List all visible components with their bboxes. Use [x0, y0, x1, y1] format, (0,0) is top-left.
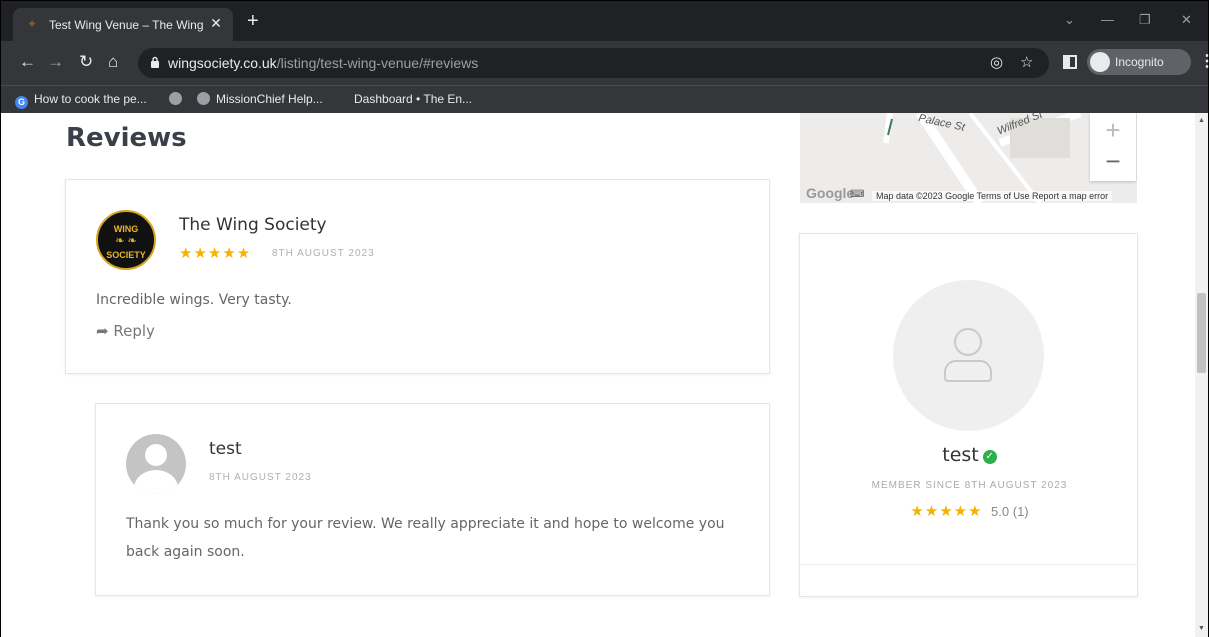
bookmark-item[interactable]: MissionChief Help...	[197, 92, 323, 106]
browser-toolbar: ← → ↻ ⌂ wingsociety.co.uk/listing/test-w…	[1, 41, 1209, 85]
page-viewport: Reviews WING ❧ ❧ SOCIETY The Wing Societ…	[1, 113, 1208, 637]
scroll-down-icon[interactable]: ▼	[1198, 625, 1205, 632]
back-icon[interactable]: ←	[19, 52, 36, 72]
address-bar[interactable]: wingsociety.co.uk/listing/test-wing-venu…	[138, 48, 1049, 78]
map[interactable]: Palace St Wilfred St + − Google ⌨ Map da…	[800, 113, 1137, 203]
reply-button[interactable]: ➦ Reply	[96, 322, 155, 340]
home-icon[interactable]: ⌂	[108, 52, 118, 72]
close-window-icon[interactable]: ✕	[1181, 13, 1192, 27]
google-logo: Google	[806, 185, 855, 201]
keyboard-icon[interactable]: ⌨	[850, 189, 864, 200]
browser-tab[interactable]: ✦ Test Wing Venue – The Wing Soc ✕	[13, 8, 233, 41]
verified-check-icon: ✓	[982, 450, 997, 464]
eye-off-icon[interactable]: ◎	[990, 54, 1003, 72]
profile-card: test ✓ MEMBER SINCE 8TH AUGUST 2023 ★★★★★…	[799, 233, 1138, 597]
zoom-out-icon[interactable]: −	[1090, 146, 1136, 176]
bookmarks-bar: G How to cook the pe... MissionChief Help…	[1, 85, 1208, 113]
bookmark-item[interactable]: Dashboard • The En...	[354, 92, 472, 106]
reload-icon[interactable]: ↻	[79, 52, 93, 72]
scrollbar[interactable]: ▲ ▼	[1195, 113, 1208, 637]
profile-rating: ★★★★★ 5.0 (1)	[800, 502, 1139, 521]
review-stars: ★★★★★	[179, 245, 252, 262]
profile-name: test ✓	[800, 444, 1139, 466]
menu-dots-icon[interactable]: ⋮	[1199, 53, 1209, 71]
incognito-label: Incognito	[1115, 55, 1164, 69]
map-attribution[interactable]: Map data ©2023 Google Terms of Use Repor…	[872, 191, 1113, 201]
globe-icon	[169, 92, 182, 105]
tab-bar: ✦ Test Wing Venue – The Wing Soc ✕ + ⌄ —…	[1, 1, 1208, 41]
minimize-icon[interactable]: —	[1101, 13, 1114, 27]
divider	[800, 564, 1137, 565]
forward-icon[interactable]: →	[47, 52, 64, 72]
map-footer: Google ⌨ Map data ©2023 Google Terms of …	[800, 185, 1137, 203]
wings-icon: ❧ ❧	[115, 235, 137, 247]
reply-arrow-icon: ➦	[96, 322, 109, 340]
section-title: Reviews	[66, 123, 187, 153]
member-since: MEMBER SINCE 8TH AUGUST 2023	[871, 480, 1068, 491]
new-tab-button[interactable]: +	[247, 11, 259, 31]
tab-search-icon[interactable]: ⌄	[1064, 13, 1075, 27]
avatar: WING ❧ ❧ SOCIETY	[96, 210, 156, 270]
side-panel-icon[interactable]	[1063, 55, 1077, 69]
user-icon	[893, 280, 1044, 431]
incognito-icon	[1090, 52, 1110, 72]
wing-favicon-icon: ✦	[27, 17, 38, 31]
url-text: wingsociety.co.uk/listing/test-wing-venu…	[168, 55, 479, 71]
map-zoom-control: + −	[1090, 113, 1136, 181]
scroll-thumb[interactable]	[1197, 293, 1206, 373]
tab-title: Test Wing Venue – The Wing Soc	[49, 18, 207, 32]
bookmark-star-icon[interactable]: ☆	[1020, 54, 1033, 72]
g-logo-icon: G	[15, 96, 28, 109]
review-text: Incredible wings. Very tasty.	[96, 292, 292, 308]
reply-author: test	[209, 439, 242, 459]
reply-card: test 8TH AUGUST 2023 Thank you so much f…	[95, 403, 770, 596]
scroll-up-icon[interactable]: ▲	[1198, 117, 1205, 124]
rating-value: 5.0 (1)	[991, 504, 1029, 519]
review-author: The Wing Society	[179, 215, 327, 235]
close-tab-icon[interactable]: ✕	[207, 14, 225, 32]
restore-icon[interactable]: ❐	[1139, 13, 1151, 27]
profile-stars: ★★★★★	[910, 503, 983, 520]
logo-text: SOCIETY	[106, 250, 146, 260]
review-date: 8TH AUGUST 2023	[272, 248, 375, 259]
review-card: WING ❧ ❧ SOCIETY The Wing Society ★★★★★ …	[65, 179, 770, 374]
logo-text: WING	[113, 224, 139, 234]
reply-text: Thank you so much for your review. We re…	[126, 516, 725, 560]
incognito-badge[interactable]: Incognito	[1087, 49, 1191, 75]
reply-date: 8TH AUGUST 2023	[209, 472, 312, 483]
avatar	[126, 434, 186, 494]
bookmark-item[interactable]	[169, 92, 188, 106]
zoom-in-icon[interactable]: +	[1090, 115, 1136, 145]
bookmark-item[interactable]: G How to cook the pe...	[15, 92, 147, 109]
globe-icon	[197, 92, 210, 105]
lock-icon	[151, 56, 159, 68]
